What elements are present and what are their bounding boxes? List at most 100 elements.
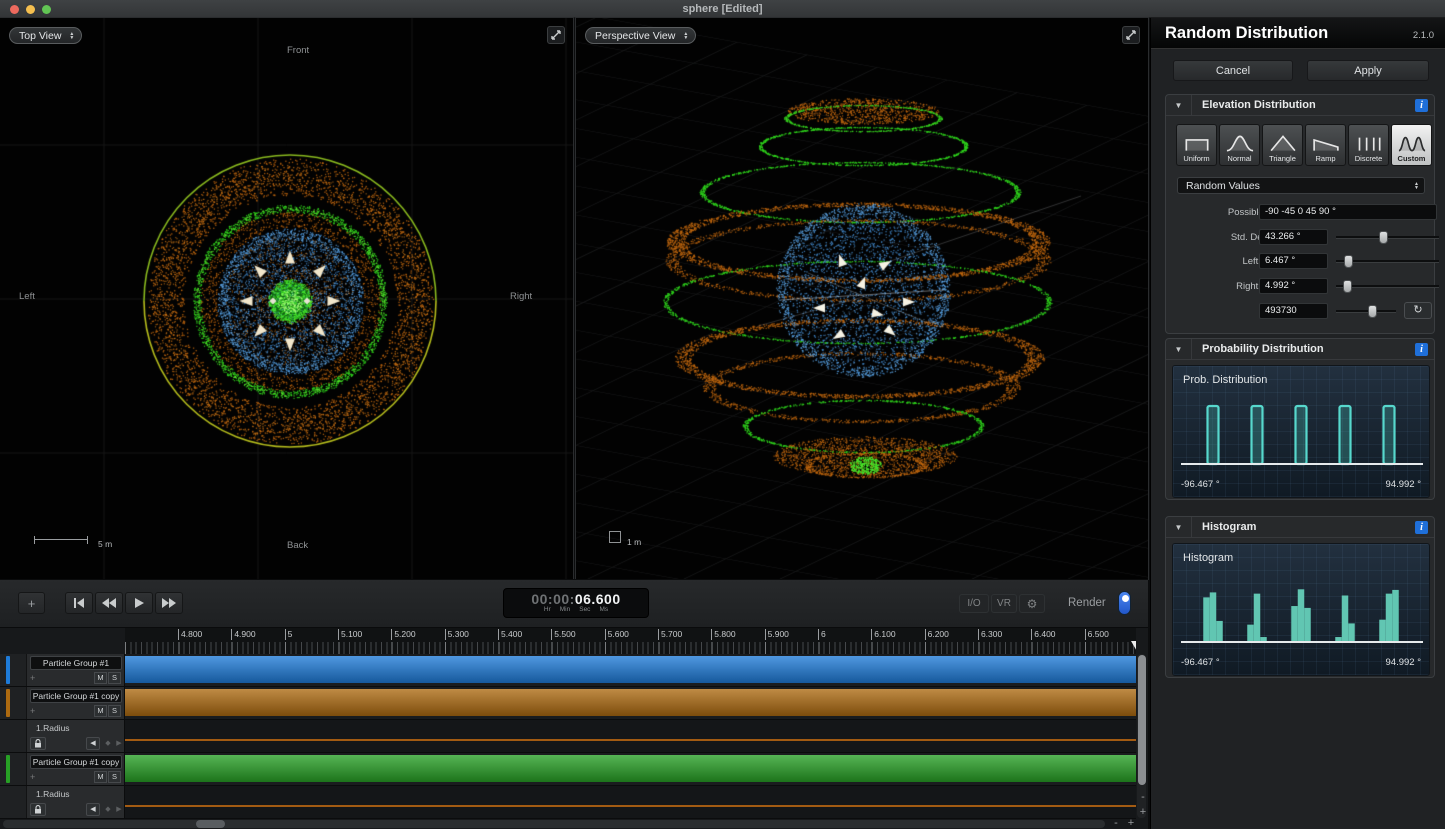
- perspective-view-selector[interactable]: Perspective View ▲▼: [585, 27, 696, 44]
- vertical-zoom-out-button[interactable]: -: [1137, 792, 1149, 804]
- next-keyframe-button[interactable]: ▶: [112, 737, 126, 750]
- mute-button[interactable]: M: [94, 672, 107, 684]
- track-name[interactable]: Particle Group #1 copy: [30, 689, 122, 703]
- slider-thumb[interactable]: [1368, 305, 1377, 318]
- distribution-type-discrete-button[interactable]: Discrete: [1348, 124, 1389, 166]
- field-slider[interactable]: [1336, 230, 1439, 244]
- parameter-name[interactable]: 1.Radius: [36, 789, 70, 799]
- refresh-seed-button[interactable]: ↻: [1404, 302, 1432, 319]
- distribution-type-normal-button[interactable]: Normal: [1219, 124, 1260, 166]
- play-button[interactable]: [125, 592, 153, 614]
- time-display[interactable]: 00:00:06.600 HrMinSecMs: [503, 588, 649, 618]
- parameter-name[interactable]: 1.Radius: [36, 723, 70, 733]
- solo-button[interactable]: S: [108, 672, 121, 684]
- section-header[interactable]: ▼ Histogram i: [1166, 517, 1434, 538]
- previous-keyframe-button[interactable]: ◀: [86, 803, 100, 816]
- vertical-scrollbar-thumb[interactable]: [1138, 655, 1146, 785]
- close-window-button[interactable]: [10, 5, 19, 14]
- playhead[interactable]: [1131, 641, 1136, 653]
- track-header[interactable]: Particle Group #1 + MS: [0, 654, 125, 687]
- distribution-type-custom-button[interactable]: Custom: [1391, 124, 1432, 166]
- timeline-lane-curve[interactable]: [125, 786, 1136, 819]
- distribution-type-uniform-button[interactable]: Uniform: [1176, 124, 1217, 166]
- distribution-type-ramp-button[interactable]: Ramp: [1305, 124, 1346, 166]
- field-slider[interactable]: [1336, 254, 1439, 268]
- collapse-triangle-icon[interactable]: ▼: [1166, 95, 1192, 116]
- horizontal-zoom-out-button[interactable]: -: [1110, 818, 1122, 829]
- top-view-canvas[interactable]: [0, 18, 573, 579]
- field-input[interactable]: 43.266 °: [1259, 229, 1328, 245]
- top-view-viewport: Top View ▲▼ Front Left Right Back 5 m: [0, 18, 573, 579]
- expand-viewport-button[interactable]: [547, 26, 565, 44]
- lock-button[interactable]: [30, 737, 46, 750]
- expand-track-button[interactable]: +: [30, 672, 35, 684]
- section-title: Histogram: [1202, 521, 1256, 533]
- perspective-canvas[interactable]: [576, 18, 1148, 579]
- vertical-zoom-in-button[interactable]: +: [1137, 807, 1149, 819]
- track-clip-bar[interactable]: [125, 689, 1136, 716]
- render-toggle[interactable]: [1118, 591, 1131, 615]
- cancel-button[interactable]: Cancel: [1173, 60, 1293, 81]
- skip-to-start-button[interactable]: [65, 592, 93, 614]
- horizontal-zoom-in-button[interactable]: +: [1125, 818, 1137, 829]
- slider-thumb[interactable]: [1344, 255, 1353, 268]
- parameter-curve[interactable]: [125, 739, 1136, 741]
- timeline-lane-bar[interactable]: [125, 753, 1136, 786]
- horizontal-scrollbar-thumb[interactable]: [196, 820, 225, 828]
- field-slider[interactable]: [1336, 304, 1396, 318]
- rewind-button[interactable]: [95, 592, 123, 614]
- values-mode-dropdown[interactable]: Random Values ▲▼: [1177, 177, 1425, 194]
- track-header[interactable]: 1.Radius◀◆▶: [0, 786, 125, 819]
- field-slider[interactable]: [1336, 279, 1439, 293]
- info-icon[interactable]: i: [1415, 99, 1428, 112]
- track-name[interactable]: Particle Group #1 copy: [30, 755, 122, 769]
- field-input[interactable]: 6.467 °: [1259, 253, 1328, 269]
- timeline-lane-curve[interactable]: [125, 720, 1136, 753]
- settings-button[interactable]: ⚙: [1019, 594, 1045, 613]
- zoom-window-button[interactable]: [42, 5, 51, 14]
- section-header[interactable]: ▼ Probability Distribution i: [1166, 339, 1434, 360]
- expand-track-button[interactable]: +: [30, 705, 35, 717]
- parameter-curve[interactable]: [125, 805, 1136, 807]
- mute-button[interactable]: M: [94, 771, 107, 783]
- track-clip-bar[interactable]: [125, 656, 1136, 683]
- track-header[interactable]: 1.Radius◀◆▶: [0, 720, 125, 753]
- slider-thumb[interactable]: [1379, 231, 1388, 244]
- track-header[interactable]: Particle Group #1 copy + MS: [0, 753, 125, 786]
- expand-viewport-button[interactable]: [1122, 26, 1140, 44]
- track-color-strip: [6, 689, 10, 717]
- collapse-triangle-icon[interactable]: ▼: [1166, 517, 1192, 538]
- field-input[interactable]: 4.992 °: [1259, 278, 1328, 294]
- next-keyframe-button[interactable]: ▶: [112, 803, 126, 816]
- time-prefix: 00:00:: [531, 591, 574, 607]
- track-clip-bar[interactable]: [125, 755, 1136, 782]
- timeline-lane-bar[interactable]: [125, 687, 1136, 720]
- mute-button[interactable]: M: [94, 705, 107, 717]
- previous-keyframe-button[interactable]: ◀: [86, 737, 100, 750]
- lock-button[interactable]: [30, 803, 46, 816]
- solo-button[interactable]: S: [108, 771, 121, 783]
- add-button[interactable]: +: [18, 592, 45, 614]
- apply-button[interactable]: Apply: [1307, 60, 1429, 81]
- info-icon[interactable]: i: [1415, 343, 1428, 356]
- track-header[interactable]: Particle Group #1 copy + MS: [0, 687, 125, 720]
- solo-button[interactable]: S: [108, 705, 121, 717]
- slider-thumb[interactable]: [1343, 280, 1352, 293]
- info-icon[interactable]: i: [1415, 521, 1428, 534]
- horizontal-scrollbar[interactable]: [3, 820, 1105, 828]
- collapse-triangle-icon[interactable]: ▼: [1166, 339, 1192, 360]
- timeline-ruler[interactable]: 4.8004.90055.1005.2005.3005.4005.5005.60…: [125, 628, 1136, 654]
- fast-forward-button[interactable]: [155, 592, 183, 614]
- track-color-strip: [6, 656, 10, 684]
- distribution-type-triangle-button[interactable]: Triangle: [1262, 124, 1303, 166]
- expand-track-button[interactable]: +: [30, 771, 35, 783]
- section-header[interactable]: ▼ Elevation Distribution i: [1166, 95, 1434, 116]
- top-view-selector[interactable]: Top View ▲▼: [9, 27, 82, 44]
- minimize-window-button[interactable]: [26, 5, 35, 14]
- vr-button[interactable]: VR: [991, 594, 1017, 613]
- track-name[interactable]: Particle Group #1: [30, 656, 122, 670]
- io-button[interactable]: I/O: [959, 594, 989, 613]
- timeline-lane-bar[interactable]: [125, 654, 1136, 687]
- field-input[interactable]: 493730: [1259, 303, 1328, 319]
- field-input[interactable]: -90 -45 0 45 90 °: [1259, 204, 1437, 220]
